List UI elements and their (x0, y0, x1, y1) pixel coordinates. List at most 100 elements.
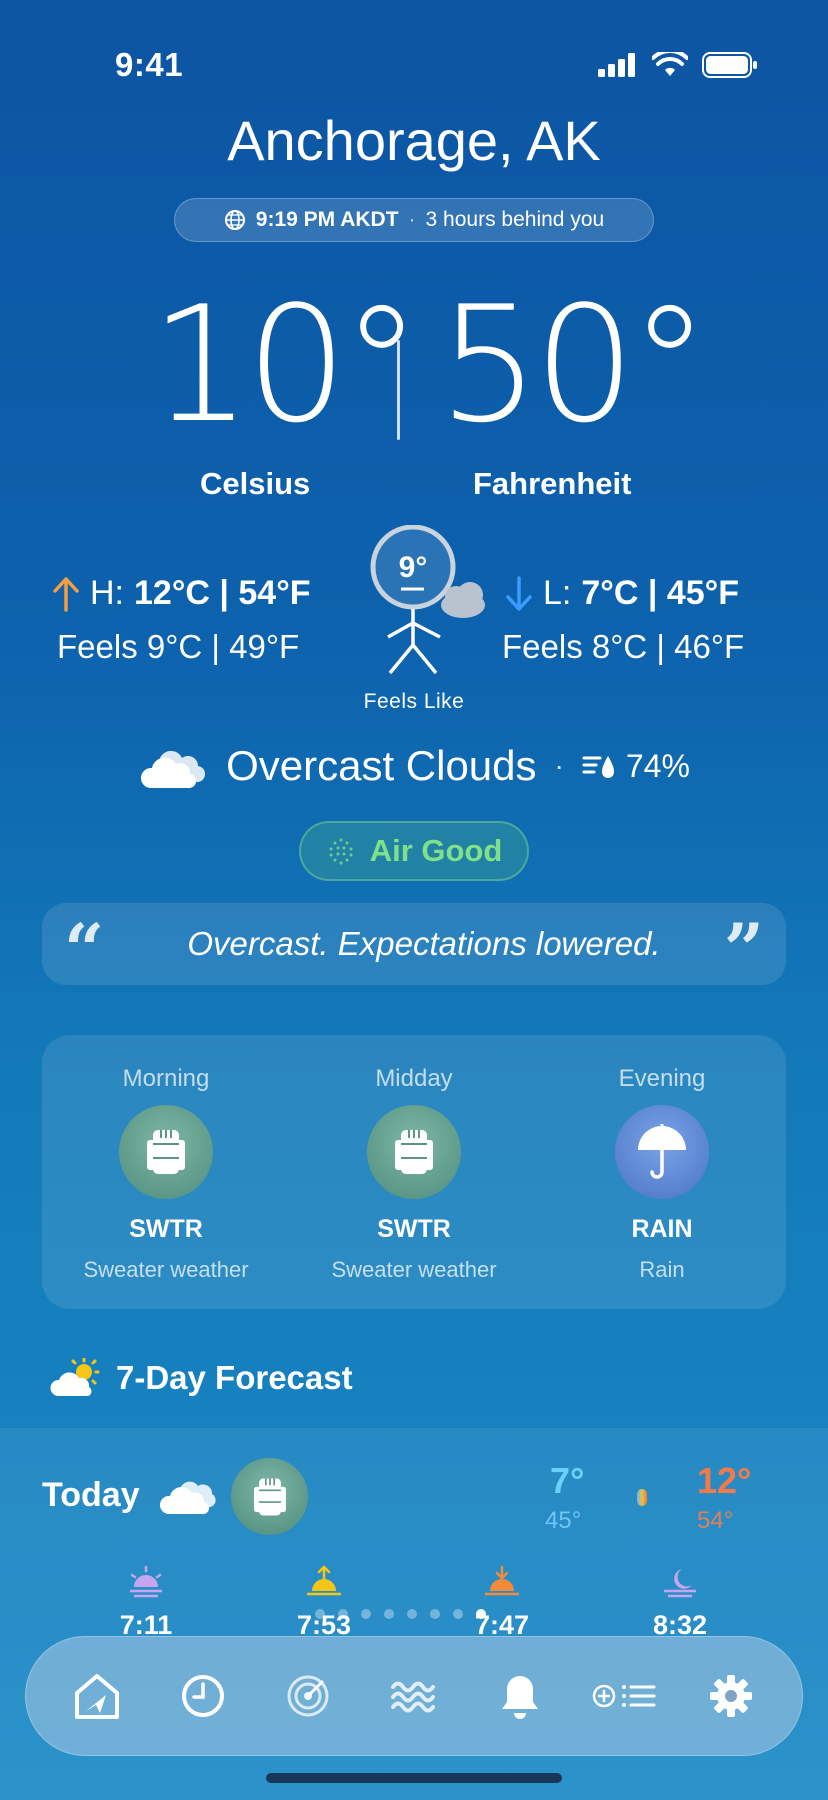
status-time: 9:41 (115, 46, 184, 83)
period-desc: Rain (639, 1257, 685, 1282)
period-desc: Sweater weather (331, 1257, 497, 1282)
radar-icon (287, 1675, 329, 1717)
dawn-icon (130, 1565, 162, 1598)
feels-like-temp: 9° (399, 551, 428, 584)
period-midday[interactable]: Midday SWTR Sweater weather (290, 1035, 538, 1309)
globe-icon (224, 210, 245, 230)
feels-high: Feels 9°C | 49°F (57, 628, 300, 665)
locations-tab[interactable] (585, 1656, 665, 1736)
page-dot (453, 1609, 463, 1619)
period-code: SWTR (377, 1215, 451, 1243)
condition-separator: · (554, 750, 564, 781)
sunrise-time: 7:53 (269, 1565, 379, 1641)
umbrella-icon (615, 1105, 709, 1199)
moonrise-time: 8:32 (625, 1565, 735, 1641)
low-prefix: L: (543, 574, 572, 612)
local-time: 9:19 PM AKDT (255, 208, 399, 231)
moonrise-icon (664, 1569, 696, 1598)
celsius-label: Celsius (200, 466, 311, 501)
page-dot (315, 1609, 325, 1619)
feels-low: Feels 8°C | 46°F (502, 628, 745, 665)
forecast-header: 7-Day Forecast (50, 1358, 353, 1398)
city-name[interactable]: Anchorage, AK (0, 108, 828, 173)
page-dot (407, 1609, 417, 1619)
page-dot (384, 1609, 394, 1619)
separator: · (408, 208, 416, 231)
timezone-pill: 9:19 PM AKDT · 3 hours behind you (174, 198, 654, 242)
temp-range-bar (637, 1489, 647, 1506)
today-label[interactable]: Today (42, 1476, 140, 1515)
home-indicator[interactable] (266, 1773, 562, 1783)
sunset-time: 7:47 (447, 1565, 557, 1641)
wifi-icon (652, 52, 688, 76)
temp-divider (397, 340, 400, 440)
time-offset: 3 hours behind you (425, 208, 605, 231)
period-name: Evening (618, 1065, 706, 1092)
gear-icon (710, 1675, 753, 1717)
home-tab[interactable] (57, 1656, 137, 1736)
period-name: Morning (122, 1065, 210, 1092)
feels-like-label: Feels Like (363, 690, 465, 713)
period-evening[interactable]: Evening RAIN Rain (538, 1035, 786, 1309)
sweater-icon (119, 1105, 213, 1199)
humidity-icon (582, 756, 614, 778)
cellular-signal-icon (598, 53, 635, 77)
clock-icon (181, 1675, 224, 1717)
page-indicator[interactable] (315, 1609, 486, 1619)
tab-bar (25, 1636, 803, 1756)
air-quality-label: Air Good (369, 833, 503, 868)
today-high-c: 12° (697, 1460, 752, 1501)
period-desc: Sweater weather (83, 1257, 249, 1282)
feels-like-figure[interactable]: 9° (368, 524, 488, 695)
page-dot (338, 1609, 348, 1619)
period-code: SWTR (129, 1215, 203, 1243)
humidity: 74% (582, 748, 690, 785)
period-code: RAIN (631, 1215, 693, 1243)
sunset-icon (485, 1565, 519, 1596)
status-icons (598, 52, 758, 78)
sweater-icon (367, 1105, 461, 1199)
add-list-icon (593, 1684, 656, 1708)
quote-close-icon: ” (723, 908, 764, 991)
high-prefix: H: (90, 574, 124, 612)
quote-text: Overcast. Expectations lowered. (187, 925, 661, 962)
arrow-down-icon (506, 575, 532, 611)
period-name: Midday (375, 1065, 453, 1092)
page-dot (430, 1609, 440, 1619)
period-morning[interactable]: Morning SWTR Sweater weather (42, 1035, 290, 1309)
history-tab[interactable] (163, 1656, 243, 1736)
temp-celsius[interactable]: 10° (150, 285, 422, 445)
radar-tab[interactable] (268, 1656, 348, 1736)
condition-text: Overcast Clouds (226, 742, 537, 789)
fahrenheit-label: Fahrenheit (473, 466, 632, 501)
sunrise-icon (307, 1565, 341, 1596)
today-low-c: 7° (550, 1460, 585, 1501)
wind-tab[interactable] (374, 1656, 454, 1736)
quote-card: “ Overcast. Expectations lowered. ” (42, 903, 786, 985)
sweater-icon (231, 1458, 308, 1535)
low-value: 7°C | 45°F (581, 574, 740, 612)
battery-icon (702, 52, 757, 78)
high-temp: H: 12°C | 54°F (52, 574, 311, 613)
home-location-icon (74, 1674, 119, 1719)
air-dots-icon (329, 838, 353, 865)
forecast-title: 7-Day Forecast (116, 1359, 353, 1396)
arrow-up-icon (53, 576, 79, 612)
stick-figure-icon: 9° (370, 524, 485, 675)
air-quality-pill[interactable]: Air Good (299, 821, 529, 881)
alerts-tab[interactable] (480, 1656, 560, 1736)
page-dot (361, 1609, 371, 1619)
bell-icon (501, 1676, 538, 1719)
temp-fahrenheit[interactable]: 50° (438, 285, 710, 445)
today-high-f: 54° (697, 1507, 734, 1534)
clouds-icon (141, 750, 206, 789)
settings-tab[interactable] (691, 1656, 771, 1736)
waves-icon (390, 1681, 435, 1713)
condition-row: Overcast Clouds · 74% (0, 740, 828, 792)
quote-open-icon: “ (64, 908, 105, 991)
high-value: 12°C | 54°F (134, 574, 311, 612)
today-low-f: 45° (545, 1507, 582, 1534)
low-temp: L: 7°C | 45°F (505, 574, 739, 613)
humidity-value: 74% (625, 747, 690, 784)
cloud-icon (159, 1481, 216, 1515)
